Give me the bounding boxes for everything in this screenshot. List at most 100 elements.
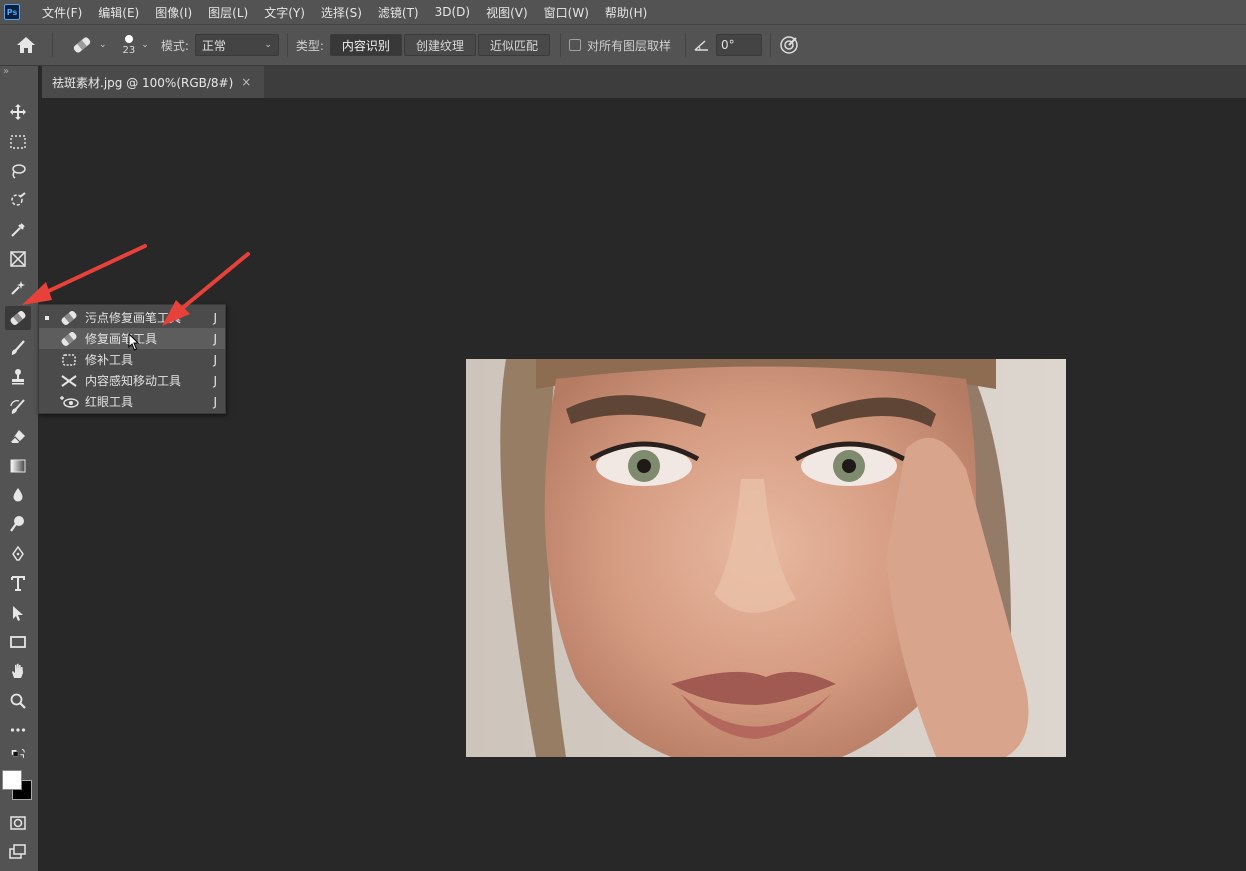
flyout-item-content-aware-move[interactable]: 内容感知移动工具 J [39,370,225,391]
hand-tool[interactable] [5,659,31,683]
home-button[interactable] [8,27,44,63]
drop-icon [13,488,23,502]
menu-type[interactable]: 文字(Y) [256,4,313,21]
type-tool[interactable] [5,571,31,595]
document-tab[interactable]: 祛斑素材.jpg @ 100%(RGB/8#) × [42,66,264,98]
flyout-item-patch[interactable]: 修补工具 J [39,349,225,370]
menu-edit[interactable]: 编辑(E) [90,4,147,21]
close-icon[interactable]: × [241,75,251,89]
type-content-aware-button[interactable]: 内容识别 [329,34,402,56]
lasso-tool[interactable] [5,159,31,183]
more-tools-button[interactable] [5,718,31,742]
collapse-panel-icon[interactable]: » [3,66,9,77]
flyout-item-spot-healing-brush[interactable]: 污点修复画笔工具 J [39,307,225,328]
flyout-item-red-eye[interactable]: 红眼工具 J [39,391,225,412]
shortcut-key: J [213,310,217,325]
divider [559,33,561,57]
healing-brush-icon [59,331,79,347]
photoshop-logo-icon[interactable]: Ps [4,4,20,20]
patch-icon [59,352,79,368]
menu-view[interactable]: 视图(V) [478,4,536,21]
menu-help[interactable]: 帮助(H) [597,4,655,21]
swap-colors-button[interactable] [5,746,31,762]
brush-tool[interactable] [5,336,31,360]
healing-brush-icon [73,37,91,53]
content-aware-move-icon [59,373,79,389]
eraser-tool[interactable] [5,424,31,448]
quick-mask-icon [10,816,26,830]
selected-tool-indicator [45,315,49,320]
angle-icon [694,40,708,51]
eyedropper-tool[interactable] [5,276,31,300]
blur-tool[interactable] [5,483,31,507]
sample-all-layers-checkbox[interactable] [568,39,581,51]
marquee-tool[interactable] [5,130,31,154]
angle-input[interactable]: 0° [715,34,762,56]
red-eye-icon [59,394,79,410]
home-icon [17,37,35,53]
shortcut-key: J [213,373,217,388]
foreground-color-swatch[interactable] [2,770,22,790]
type-proximity-match-button[interactable]: 近似匹配 [477,34,550,56]
quick-mask-button[interactable] [5,811,31,835]
type-label: 类型: [295,38,324,53]
document-tab-bar: 祛斑素材.jpg @ 100%(RGB/8#) × [42,66,1246,98]
menu-select[interactable]: 选择(S) [313,4,370,21]
chevron-down-icon[interactable]: ⌄ [141,40,149,50]
brush-size-value: 23 [122,44,136,56]
history-brush-tool[interactable] [5,395,31,419]
eraser-icon [10,430,25,443]
shortcut-key: J [213,331,217,346]
pressure-size-icon[interactable] [779,35,799,55]
menu-3d[interactable]: 3D(D) [427,5,478,19]
gradient-tool[interactable] [5,454,31,478]
screen-mode-icon [9,844,26,859]
brush-size-picker[interactable]: 23 [122,34,136,56]
menu-image[interactable]: 图像(I) [147,4,200,21]
zoom-tool[interactable] [5,689,31,713]
mode-select[interactable]: 正常 ⌄ [194,34,279,56]
path-selection-tool[interactable] [5,601,31,625]
mode-label: 模式: [160,38,189,53]
brush-icon [11,340,25,355]
type-create-texture-button[interactable]: 创建纹理 [403,34,476,56]
eyedropper-sparkle-icon [11,281,25,295]
menu-window[interactable]: 窗口(W) [536,4,597,21]
dodge-icon [10,516,24,532]
document-image[interactable] [466,359,1066,757]
frame-tool[interactable] [5,247,31,271]
more-icon [10,728,26,732]
stamp-tool[interactable] [5,365,31,389]
sample-all-layers-label: 对所有图层取样 [586,38,671,53]
eyedropper-icon [11,223,25,237]
healing-tools-flyout: 污点修复画笔工具 J 修复画笔工具 J 修补工具 J 内容感知移动工具 J 红眼… [38,304,226,414]
gradient-icon [10,459,26,473]
screen-mode-button[interactable] [5,840,31,864]
menu-filter[interactable]: 滤镜(T) [370,4,427,21]
tool-preset-picker[interactable]: ⌄ [71,36,107,54]
shortcut-key: J [213,352,217,367]
divider [684,33,686,57]
flyout-item-label: 污点修复画笔工具 [85,311,182,325]
healing-brush-tool[interactable] [5,306,31,330]
pen-tool[interactable] [5,542,31,566]
spot-healing-brush-icon [59,310,79,326]
quick-selection-icon [11,192,26,206]
crop-tool[interactable] [5,218,31,242]
rectangle-icon [10,636,26,648]
menu-layer[interactable]: 图层(L) [200,4,256,21]
shortcut-key: J [213,394,217,409]
flyout-item-label: 内容感知移动工具 [85,374,182,388]
lasso-icon [12,164,26,179]
menu-file[interactable]: 文件(F) [34,4,90,21]
rectangular-marquee-icon [10,135,26,149]
mode-value: 正常 [201,38,226,53]
rectangle-tool[interactable] [5,630,31,654]
color-swatches[interactable] [0,768,36,804]
divider [286,33,288,57]
dodge-tool[interactable] [5,512,31,536]
quick-selection-tool[interactable] [5,188,31,212]
mouse-cursor-icon [128,333,140,351]
move-tool[interactable] [5,100,31,124]
spot-healing-brush-icon [10,311,26,325]
